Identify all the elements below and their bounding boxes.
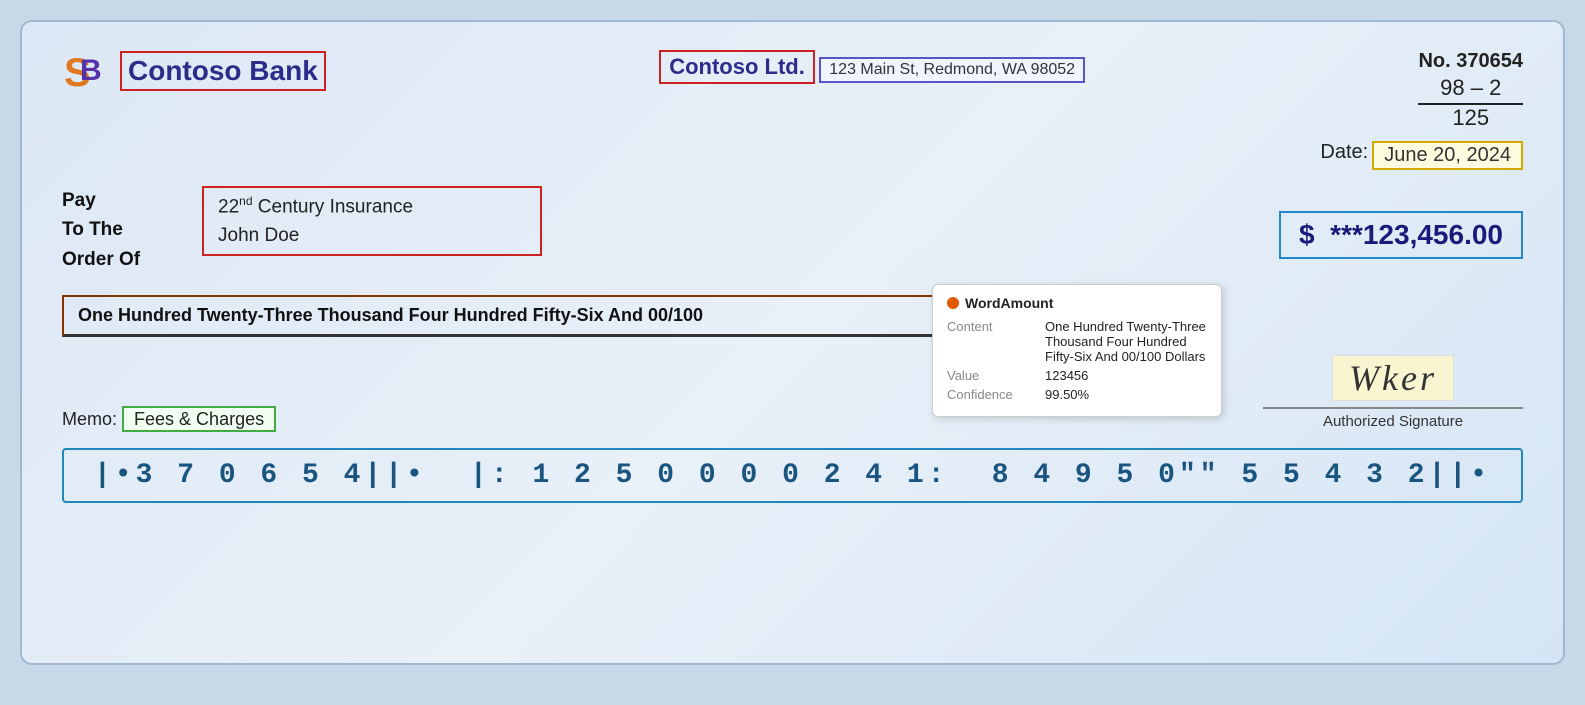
word-amount-tooltip: WordAmount Content One Hundred Twenty-Th… xyxy=(932,284,1222,417)
signature-label: Authorized Signature xyxy=(1263,413,1523,430)
memo-area: Memo: Fees & Charges xyxy=(62,409,276,430)
company-name: Contoso Ltd. xyxy=(659,50,815,84)
memo-value: Fees & Charges xyxy=(122,406,276,432)
pay-amount-row: Pay To The Order Of 22nd Century Insuran… xyxy=(62,186,1523,284)
micr-right: 8 4 9 5 0″″ 5 5 4 3 2||• xyxy=(992,460,1491,491)
tooltip-content-row: Content One Hundred Twenty-Three Thousan… xyxy=(947,319,1207,364)
header-row: S B Contoso Bank Contoso Ltd. 123 Main S… xyxy=(62,50,1523,131)
check-number-block: No. 370654 98 – 2 125 xyxy=(1418,50,1523,131)
bank-logo-icon: S B xyxy=(62,50,112,92)
signature-line xyxy=(1263,407,1523,409)
company-block: Contoso Ltd. 123 Main St, Redmond, WA 98… xyxy=(659,50,1085,84)
date-value: June 20, 2024 xyxy=(1372,141,1523,170)
memo-label: Memo: xyxy=(62,409,117,429)
payee-line2: John Doe xyxy=(218,222,526,251)
date-label: Date: xyxy=(1320,141,1368,170)
payee-box: 22nd Century Insurance John Doe xyxy=(202,186,542,256)
micr-center: |: 1 2 5 0 0 0 0 2 4 1: xyxy=(470,460,948,491)
logo-area: S B Contoso Bank xyxy=(62,50,326,92)
amount-box: $ ***123,456.00 xyxy=(1279,211,1523,259)
check-number: No. 370654 xyxy=(1418,50,1523,73)
tooltip-dot-icon xyxy=(947,297,959,309)
bank-name: Contoso Bank xyxy=(120,51,326,91)
micr-left: |•3 7 0 6 5 4||• xyxy=(94,460,427,491)
signature-area: Wker Authorized Signature xyxy=(1263,355,1523,430)
company-address: 123 Main St, Redmond, WA 98052 xyxy=(819,57,1085,83)
date-row: Date: June 20, 2024 xyxy=(62,141,1523,170)
pay-row: Pay To The Order Of 22nd Century Insuran… xyxy=(62,186,542,274)
signature-image: Wker xyxy=(1332,355,1454,401)
svg-text:B: B xyxy=(80,54,102,87)
payee-line1: 22nd Century Insurance xyxy=(218,192,526,222)
tooltip-confidence-row: Confidence 99.50% xyxy=(947,387,1207,402)
check-document: S B Contoso Bank Contoso Ltd. 123 Main S… xyxy=(20,20,1565,665)
routing-fraction: 98 – 2 125 xyxy=(1418,75,1523,131)
tooltip-value-row: Value 123456 xyxy=(947,368,1207,383)
memo-sig-row: Memo: Fees & Charges Wker Authorized Sig… xyxy=(62,355,1523,430)
words-box: One Hundred Twenty-Three Thousand Four H… xyxy=(62,295,1062,337)
tooltip-title: WordAmount xyxy=(947,295,1207,311)
micr-row: |•3 7 0 6 5 4||• |: 1 2 5 0 0 0 0 2 4 1:… xyxy=(62,448,1523,503)
words-row: One Hundred Twenty-Three Thousand Four H… xyxy=(62,294,1523,337)
pay-label: Pay To The Order Of xyxy=(62,186,182,274)
